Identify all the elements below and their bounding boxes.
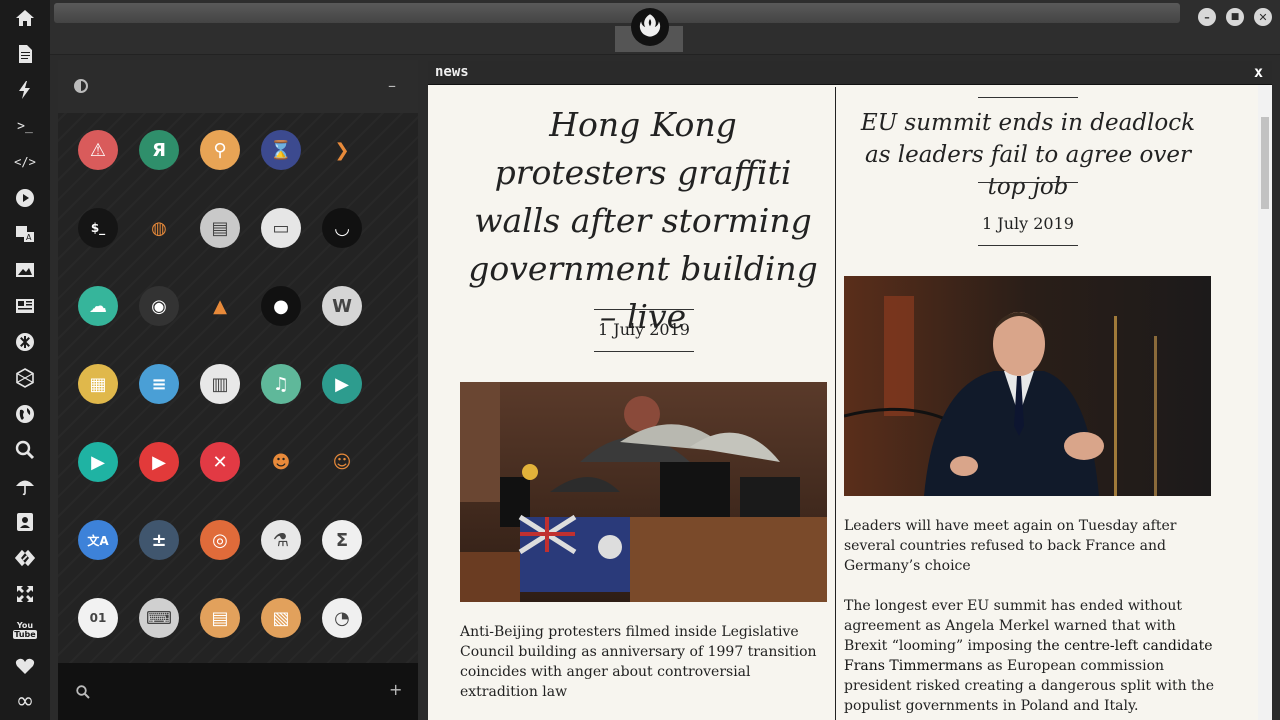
warning-app-icon[interactable]: ⚠ bbox=[78, 130, 118, 170]
minimize-window-button[interactable]: – bbox=[1198, 8, 1216, 26]
expand-icon[interactable] bbox=[13, 582, 37, 606]
news-close-button[interactable]: x bbox=[1254, 63, 1263, 81]
right-article-body: The longest ever EU summit has ended wit… bbox=[844, 596, 1214, 716]
launcher-footer: + bbox=[58, 663, 418, 720]
translate-icon[interactable]: A bbox=[13, 222, 37, 246]
news-icon[interactable] bbox=[13, 294, 37, 318]
top-bar: – ■ ✕ bbox=[50, 0, 1280, 55]
death-star-app-icon[interactable]: ● bbox=[261, 286, 301, 326]
date-rule bbox=[594, 351, 694, 352]
translate-app-icon[interactable]: 文A bbox=[78, 520, 118, 560]
contact-icon[interactable] bbox=[13, 510, 37, 534]
search-app-icon[interactable]: ⚲ bbox=[200, 130, 240, 170]
contrast-icon[interactable] bbox=[74, 79, 88, 93]
keyboard-app-icon[interactable]: ⌨ bbox=[139, 598, 179, 638]
date-rule bbox=[978, 245, 1078, 246]
right-article-date: 1 July 2019 bbox=[982, 214, 1074, 233]
lab-app-icon[interactable]: ⚗ bbox=[261, 520, 301, 560]
music-app-icon[interactable]: ♫ bbox=[261, 364, 301, 404]
scroll-thumb[interactable] bbox=[1261, 117, 1269, 209]
lightning-icon[interactable] bbox=[13, 78, 37, 102]
camera-app-icon[interactable]: ◎ bbox=[200, 520, 240, 560]
binary-app-icon[interactable]: 01 bbox=[78, 598, 118, 638]
c3po-app-icon[interactable]: ☺ bbox=[322, 442, 362, 482]
search-icon[interactable] bbox=[13, 438, 37, 462]
image-viewer-app-icon[interactable]: ▧ bbox=[261, 598, 301, 638]
github-app-icon[interactable]: ◉ bbox=[139, 286, 179, 326]
terminal-app-icon[interactable]: $_ bbox=[78, 208, 118, 248]
headline-rule bbox=[978, 182, 1078, 183]
youtube-app-icon[interactable]: ▶ bbox=[139, 442, 179, 482]
right-article-summary: Leaders will have meet again on Tuesday … bbox=[844, 518, 1177, 574]
top-rule bbox=[978, 97, 1078, 98]
wikipedia-app-icon[interactable]: W bbox=[322, 286, 362, 326]
maximize-window-button[interactable]: ■ bbox=[1226, 8, 1244, 26]
code-icon[interactable]: </> bbox=[13, 150, 37, 174]
cancel-app-icon[interactable]: ✕ bbox=[200, 442, 240, 482]
globe-app-icon[interactable]: ◍ bbox=[139, 208, 179, 248]
headline-rule bbox=[594, 309, 694, 310]
right-article-headline[interactable]: EU summit ends in deadlock as leaders fa… bbox=[853, 107, 1203, 203]
starfleet-app-icon[interactable]: ▲ bbox=[200, 286, 240, 326]
hourglass-app-icon[interactable]: ⌛ bbox=[261, 130, 301, 170]
rebel-alliance-icon[interactable] bbox=[631, 8, 669, 46]
books-app-icon[interactable]: ≡ bbox=[139, 364, 179, 404]
globe-icon[interactable] bbox=[13, 402, 37, 426]
left-article-summary: Anti-Beijing protesters filmed inside Le… bbox=[460, 624, 817, 700]
heart-icon[interactable] bbox=[13, 654, 37, 678]
youtube-icon[interactable]: You Tube bbox=[13, 618, 37, 642]
presentation-app-icon[interactable]: ◔ bbox=[322, 598, 362, 638]
hexagon-icon[interactable] bbox=[13, 366, 37, 390]
iron-man-app-icon[interactable]: ☻ bbox=[261, 442, 301, 482]
news-titlebar: news x bbox=[428, 61, 1272, 85]
home-icon[interactable] bbox=[13, 6, 37, 30]
news-scrollbar[interactable] bbox=[1258, 85, 1272, 720]
cloud-lock-app-icon[interactable]: ☁ bbox=[78, 286, 118, 326]
add-button[interactable]: + bbox=[389, 680, 402, 699]
launcher-minimize-button[interactable]: – bbox=[388, 76, 396, 95]
formula-app-icon[interactable]: Σ bbox=[322, 520, 362, 560]
news-window: news x Hong Kong protesters graffiti wal… bbox=[428, 61, 1272, 720]
svg-text:A: A bbox=[26, 233, 32, 242]
terminal-icon[interactable]: >_ bbox=[13, 114, 37, 138]
document-icon[interactable] bbox=[13, 42, 37, 66]
sidebar-dock: >_ </> A You Tube ∞ bbox=[0, 0, 50, 720]
infinity-icon[interactable]: ∞ bbox=[13, 690, 37, 714]
eu-summit-photo[interactable] bbox=[844, 276, 1211, 496]
notes-app-icon[interactable]: ▥ bbox=[200, 364, 240, 404]
launcher-header: – bbox=[58, 60, 418, 113]
player-app-icon[interactable]: ▶ bbox=[78, 442, 118, 482]
link-icon[interactable] bbox=[13, 546, 37, 570]
text-editor-app-icon[interactable]: ▤ bbox=[200, 598, 240, 638]
left-article-headline[interactable]: Hong Kong protesters graffiti walls afte… bbox=[468, 101, 818, 341]
calculator-app-icon[interactable]: ± bbox=[139, 520, 179, 560]
image-icon[interactable] bbox=[13, 258, 37, 282]
close-window-button[interactable]: ✕ bbox=[1254, 8, 1272, 26]
left-article-date: 1 July 2019 bbox=[598, 320, 690, 339]
app-launcher: – ⚠ Я ⚲ ⌛ ❯ $_ ◍ ▤ ▭ ◡ ☁ ◉ ▲ ● W ▦ ≡ ▥ ♫ ▶ ▶ ▶ ✕ ☻ ☺ 文A ± ◎ ⚗ Σ 01 ⌨ ▤ ▧ ◔… bbox=[58, 60, 418, 720]
umbrella-icon[interactable] bbox=[13, 474, 37, 498]
hong-kong-protest-photo[interactable] bbox=[460, 382, 827, 602]
arrow-app-icon[interactable]: ❯ bbox=[322, 130, 362, 170]
window-app-icon[interactable]: ▭ bbox=[261, 208, 301, 248]
play-icon[interactable] bbox=[13, 186, 37, 210]
asterisk-icon[interactable] bbox=[13, 330, 37, 354]
mask-app-icon[interactable]: ◡ bbox=[322, 208, 362, 248]
scanner-app-icon[interactable]: ▤ bbox=[200, 208, 240, 248]
column-divider bbox=[835, 87, 836, 720]
news-window-title: news bbox=[435, 64, 469, 80]
video-app-icon[interactable]: ▶ bbox=[322, 364, 362, 404]
top-search-bar[interactable] bbox=[54, 3, 1180, 23]
search-icon[interactable] bbox=[76, 685, 90, 699]
world-map-app-icon[interactable]: ▦ bbox=[78, 364, 118, 404]
yandex-app-icon[interactable]: Я bbox=[139, 130, 179, 170]
